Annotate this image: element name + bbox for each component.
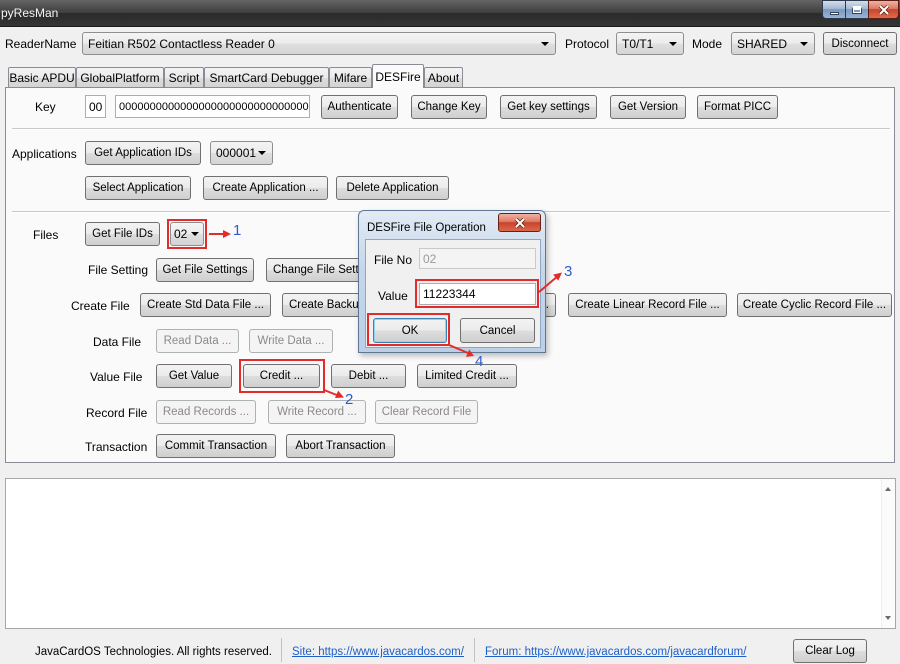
get-version-button[interactable]: Get Version: [610, 95, 686, 119]
file-setting-label: File Setting: [88, 263, 149, 277]
format-picc-button[interactable]: Format PICC: [697, 95, 778, 119]
file-no-input[interactable]: 02: [419, 248, 536, 269]
create-std-data-file-button[interactable]: Create Std Data File ...: [140, 293, 271, 317]
value-label: Value: [378, 289, 408, 303]
tab-script[interactable]: Script: [164, 67, 204, 88]
annotation-step-4: 4: [475, 353, 484, 370]
chevron-down-icon: [669, 42, 677, 46]
close-icon: [514, 217, 525, 228]
tab-about[interactable]: About: [424, 67, 463, 88]
close-button[interactable]: [868, 0, 899, 19]
tab-smartcard-debugger[interactable]: SmartCard Debugger: [204, 67, 329, 88]
title-bar[interactable]: pyResMan: [0, 0, 900, 27]
highlight-value-input: [415, 279, 539, 308]
read-records-button[interactable]: Read Records ...: [156, 400, 256, 424]
get-value-button[interactable]: Get Value: [156, 364, 232, 388]
key-value-input[interactable]: 00000000000000000000000000000000: [115, 95, 310, 118]
data-file-label: Data File: [93, 335, 142, 349]
key-label: Key: [35, 100, 56, 114]
files-label: Files: [33, 228, 59, 242]
application-id-select[interactable]: 000001: [210, 141, 273, 165]
chevron-down-icon: [541, 42, 549, 46]
create-application-button[interactable]: Create Application ...: [203, 176, 328, 200]
limited-credit-button[interactable]: Limited Credit ...: [417, 364, 517, 388]
scroll-up-icon[interactable]: [885, 487, 891, 491]
applications-label: Applications: [12, 147, 77, 161]
create-file-label: Create File: [71, 299, 130, 313]
commit-transaction-button[interactable]: Commit Transaction: [156, 434, 276, 458]
annotation-step-2: 2: [345, 391, 354, 408]
log-area[interactable]: [5, 478, 896, 629]
protocol-select[interactable]: T0/T1: [616, 32, 684, 55]
change-key-button[interactable]: Change Key: [411, 95, 487, 119]
abort-transaction-button[interactable]: Abort Transaction: [286, 434, 395, 458]
reader-select[interactable]: Feitian R502 Contactless Reader 0: [82, 32, 556, 55]
maximize-icon: [852, 5, 862, 14]
clear-record-file-button[interactable]: Clear Record File: [375, 400, 478, 424]
protocol-select-value: T0/T1: [622, 36, 654, 51]
value-file-label: Value File: [90, 370, 143, 384]
application-id-value: 000001: [216, 146, 257, 160]
reader-name-label: ReaderName: [5, 37, 77, 51]
tab-mifare[interactable]: Mifare: [329, 67, 372, 88]
select-application-button[interactable]: Select Application: [85, 176, 191, 200]
minimize-icon: [829, 11, 839, 15]
site-link[interactable]: Site: https://www.javacardos.com/: [292, 645, 464, 659]
transaction-label: Transaction: [85, 440, 148, 454]
highlight-file-id-select: [167, 219, 207, 249]
log-scrollbar[interactable]: [881, 479, 895, 628]
create-linear-record-file-button[interactable]: Create Linear Record File ...: [568, 293, 727, 317]
delete-application-button[interactable]: Delete Application: [336, 176, 449, 200]
tab-globalplatform[interactable]: GlobalPlatform: [76, 67, 164, 88]
read-data-button[interactable]: Read Data ...: [156, 329, 239, 353]
highlight-credit-button: [239, 359, 325, 393]
chevron-down-icon: [258, 151, 266, 155]
highlight-ok-button: [367, 313, 450, 346]
annotation-step-1: 1: [233, 222, 242, 239]
forum-link[interactable]: Forum: https://www.javacardos.com/javaca…: [485, 645, 746, 659]
dialog-close-button[interactable]: [498, 213, 541, 232]
maximize-button[interactable]: [845, 0, 869, 19]
record-file-label: Record File: [86, 406, 148, 420]
copyright-text: JavaCardOS Technologies. All rights rese…: [35, 646, 272, 658]
close-icon: [878, 4, 889, 15]
file-no-label: File No: [374, 253, 413, 267]
minimize-button[interactable]: [822, 0, 846, 19]
get-file-settings-button[interactable]: Get File Settings: [156, 258, 254, 282]
footer-divider: [474, 638, 475, 662]
section-separator: [12, 128, 890, 130]
disconnect-button[interactable]: Disconnect: [823, 32, 897, 55]
chevron-down-icon: [800, 42, 808, 46]
dialog-title: DESFire File Operation: [367, 222, 486, 234]
scroll-down-icon[interactable]: [885, 616, 891, 620]
key-number-input[interactable]: 00: [85, 95, 106, 118]
create-cyclic-record-file-button[interactable]: Create Cyclic Record File ...: [737, 293, 892, 317]
write-data-button[interactable]: Write Data ...: [249, 329, 333, 353]
tab-desfire[interactable]: DESFire: [372, 64, 424, 88]
cancel-button[interactable]: Cancel: [460, 318, 535, 343]
protocol-label: Protocol: [565, 37, 610, 51]
footer-divider: [281, 638, 282, 662]
get-key-settings-button[interactable]: Get key settings: [500, 95, 597, 119]
mode-select-value: SHARED: [737, 36, 788, 51]
reader-select-value: Feitian R502 Contactless Reader 0: [88, 36, 275, 51]
tab-basic-apdu[interactable]: Basic APDU: [8, 67, 76, 88]
get-application-ids-button[interactable]: Get Application IDs: [85, 141, 201, 165]
debit-button[interactable]: Debit ...: [331, 364, 406, 388]
mode-select[interactable]: SHARED: [731, 32, 815, 55]
get-file-ids-button[interactable]: Get File IDs: [85, 222, 160, 246]
annotation-step-3: 3: [564, 263, 573, 280]
clear-log-button[interactable]: Clear Log: [793, 639, 867, 663]
authenticate-button[interactable]: Authenticate: [321, 95, 398, 119]
mode-label: Mode: [692, 37, 723, 51]
window-title: pyResMan: [1, 6, 59, 20]
